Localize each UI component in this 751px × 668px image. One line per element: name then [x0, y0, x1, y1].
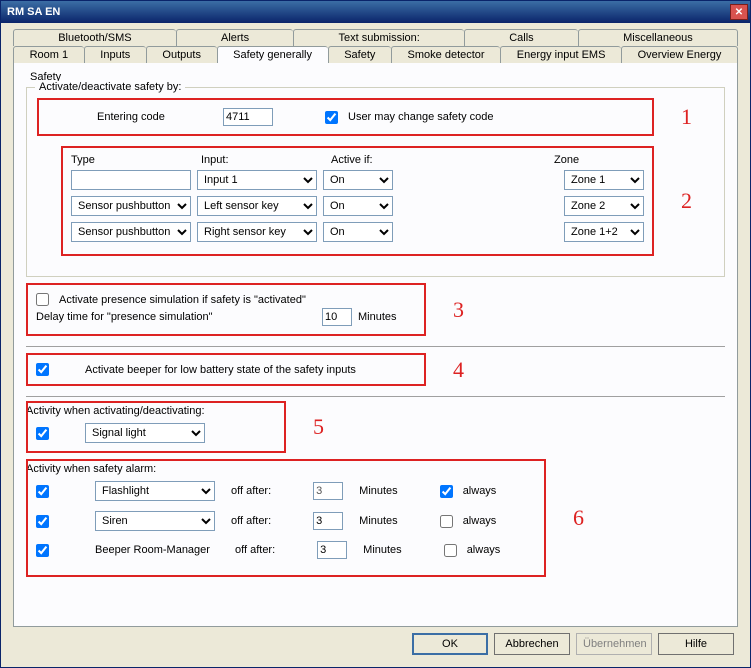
input-select[interactable]: Right sensor key	[197, 222, 317, 242]
close-icon[interactable]: ✕	[730, 4, 748, 20]
presence-sim-checkbox[interactable]	[36, 293, 49, 306]
tab-text-submission[interactable]: Text submission:	[293, 29, 464, 46]
annotation-box-6: 6 Flashlightoff after:MinutesalwaysSiren…	[26, 459, 546, 577]
off-after-label: off after:	[235, 544, 275, 556]
always-label: always	[467, 544, 501, 556]
tab-energy-input-ems[interactable]: Energy input EMS	[500, 46, 621, 63]
tab-inputs[interactable]: Inputs	[84, 46, 146, 63]
user-may-change-label: User may change safety code	[348, 111, 494, 123]
tab-calls[interactable]: Calls	[464, 29, 578, 46]
tab-row-bottom: Room 1 Inputs Outputs Safety generally S…	[13, 46, 738, 63]
annotation-number-3: 3	[453, 297, 464, 323]
input-config-row: Inputs Input 1 On Zone 1	[71, 170, 644, 190]
delay-input[interactable]	[322, 308, 352, 326]
alarm-enable-checkbox[interactable]	[36, 515, 49, 528]
minutes-label: Minutes	[363, 544, 402, 556]
user-may-change-checkbox[interactable]	[325, 111, 338, 124]
alarm-device-label: Beeper Room-Manager	[95, 544, 219, 556]
always-checkbox[interactable]	[440, 515, 453, 528]
col-input-header: Input:	[201, 154, 331, 166]
tab-bluetooth-sms[interactable]: Bluetooth/SMS	[13, 29, 176, 46]
off-after-input[interactable]	[313, 512, 343, 530]
annotation-box-1: 1 Entering code User may change safety c…	[37, 98, 654, 136]
tab-smoke-detector[interactable]: Smoke detector	[391, 46, 500, 63]
titlebar: RM SA EN ✕	[1, 1, 750, 23]
ok-button[interactable]: OK	[412, 633, 488, 655]
always-checkbox[interactable]	[440, 485, 453, 498]
active-if-select[interactable]: On	[323, 196, 393, 216]
annotation-number-4: 4	[453, 357, 464, 383]
input-config-row: Sensor pushbutton Right sensor key On Zone …	[71, 222, 644, 242]
minutes-label: Minutes	[359, 485, 398, 497]
col-type-header: Type	[71, 154, 201, 166]
client-area: Bluetooth/SMS Alerts Text submission: Ca…	[1, 23, 750, 667]
type-select[interactable]: Sensor pushbutton	[71, 222, 191, 242]
off-after-label: off after:	[231, 485, 271, 497]
tab-panel: Safety Activate/deactivate safety by: 1 …	[13, 63, 738, 627]
always-checkbox[interactable]	[444, 544, 457, 557]
dialog-buttons: OK Abbrechen Übernehmen Hilfe	[7, 627, 744, 661]
activity-activating-select[interactable]: Signal light	[85, 423, 205, 443]
window-title: RM SA EN	[7, 6, 60, 18]
beeper-low-battery-label: Activate beeper for low battery state of…	[85, 364, 356, 376]
tab-outputs[interactable]: Outputs	[146, 46, 217, 63]
col-zone-header: Zone	[554, 154, 644, 166]
group-title-activate-by: Activate/deactivate safety by:	[35, 81, 185, 93]
input-select[interactable]: Left sensor key	[197, 196, 317, 216]
col-active-if-header: Active if:	[331, 154, 421, 166]
zone-select[interactable]: Zone 1+2	[564, 222, 644, 242]
active-if-select[interactable]: On	[323, 222, 393, 242]
annotation-number-1: 1	[681, 104, 692, 130]
input-config-row: Sensor pushbutton Left sensor key On Zone 2	[71, 196, 644, 216]
tab-alerts[interactable]: Alerts	[176, 29, 294, 46]
always-label: always	[463, 485, 497, 497]
alarm-enable-checkbox[interactable]	[36, 544, 49, 557]
annotation-box-3: 3 Activate presence simulation if safety…	[26, 283, 426, 336]
minutes-label: Minutes	[359, 515, 398, 527]
delay-label: Delay time for "presence simulation"	[36, 311, 316, 323]
presence-sim-label: Activate presence simulation if safety i…	[59, 294, 306, 306]
cancel-button[interactable]: Abbrechen	[494, 633, 570, 655]
tab-safety-generally[interactable]: Safety generally	[217, 46, 328, 63]
annotation-box-2: 2 Type Input: Active if: Zone InputsInpu…	[61, 146, 654, 256]
off-after-input[interactable]	[317, 541, 347, 559]
alarm-enable-checkbox[interactable]	[36, 485, 49, 498]
tab-row-top: Bluetooth/SMS Alerts Text submission: Ca…	[13, 29, 738, 46]
annotation-number-5: 5	[313, 414, 324, 440]
annotation-box-4: 4 Activate beeper for low battery state …	[26, 353, 426, 386]
type-select[interactable]: Inputs	[71, 170, 191, 190]
help-button[interactable]: Hilfe	[658, 633, 734, 655]
tab-safety[interactable]: Safety	[328, 46, 391, 63]
annotation-box-5: 5 Signal light	[26, 401, 286, 453]
annotation-number-2: 2	[681, 188, 692, 214]
beeper-low-battery-checkbox[interactable]	[36, 363, 49, 376]
entering-code-label: Entering code	[47, 111, 217, 123]
active-if-select[interactable]: On	[323, 170, 393, 190]
alarm-row: Flashlight off after: Minutes always	[36, 481, 536, 501]
tab-strip: Bluetooth/SMS Alerts Text submission: Ca…	[13, 29, 738, 63]
delay-minutes-label: Minutes	[358, 311, 397, 323]
input-select[interactable]: Input 1	[197, 170, 317, 190]
alarm-device-select[interactable]: Siren	[95, 511, 215, 531]
annotation-number-6: 6	[573, 505, 584, 531]
zone-select[interactable]: Zone 1	[564, 170, 644, 190]
tab-overview-energy[interactable]: Overview Energy	[621, 46, 738, 63]
apply-button: Übernehmen	[576, 633, 652, 655]
tab-room-1[interactable]: Room 1	[13, 46, 84, 63]
tab-miscellaneous[interactable]: Miscellaneous	[578, 29, 738, 46]
divider-2	[26, 396, 725, 397]
off-after-input	[313, 482, 343, 500]
always-label: always	[463, 515, 497, 527]
alarm-row: Beeper Room-Manager off after: Minutes alwa…	[36, 541, 536, 559]
type-select[interactable]: Sensor pushbutton	[71, 196, 191, 216]
divider-1	[26, 346, 725, 347]
alarm-device-select[interactable]: Flashlight	[95, 481, 215, 501]
alarm-row: Siren off after: Minutes always	[36, 511, 536, 531]
window: RM SA EN ✕ Bluetooth/SMS Alerts Text sub…	[0, 0, 751, 668]
off-after-label: off after:	[231, 515, 271, 527]
group-activate-by: Activate/deactivate safety by: 1 Enterin…	[26, 87, 725, 277]
zone-select[interactable]: Zone 2	[564, 196, 644, 216]
entering-code-input[interactable]	[223, 108, 273, 126]
activity-activating-checkbox[interactable]	[36, 427, 49, 440]
